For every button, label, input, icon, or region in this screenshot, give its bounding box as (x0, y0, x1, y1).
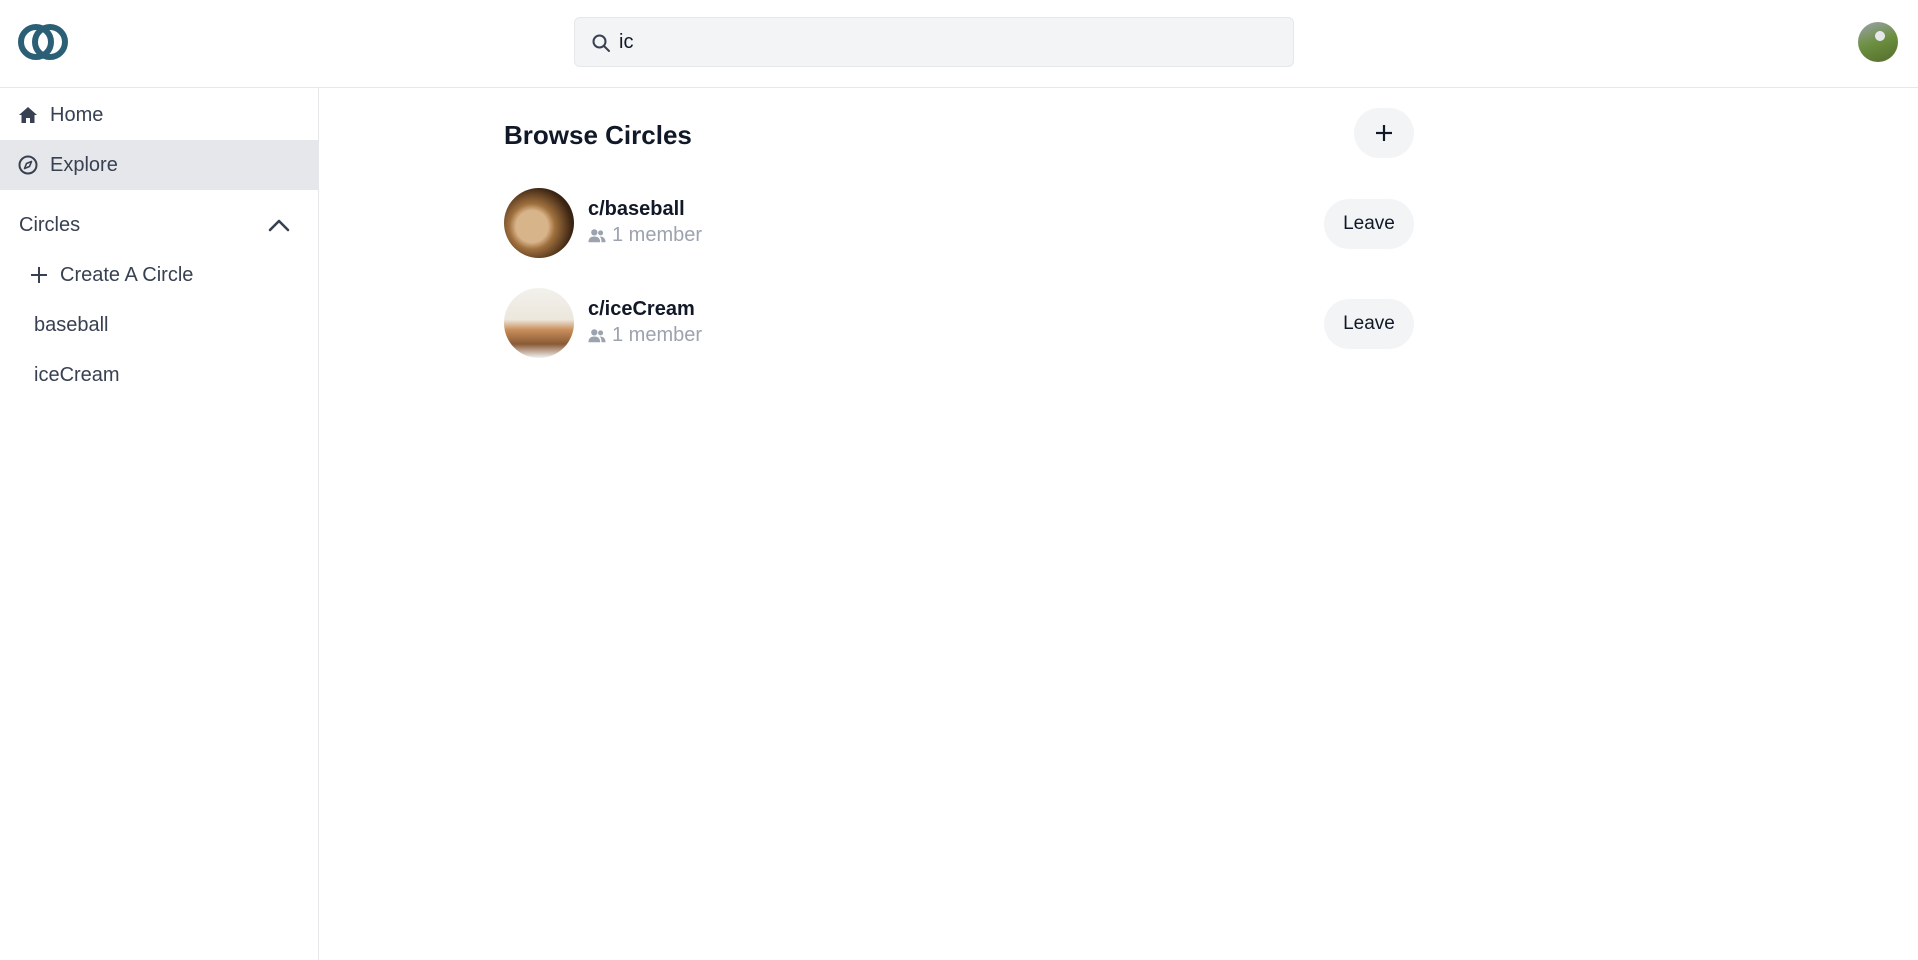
sidebar-item-label: Explore (50, 153, 118, 176)
member-count: 1 member (588, 324, 702, 347)
list-item[interactable]: c/iceCream 1 member Leave (504, 288, 1414, 360)
plus-icon (1376, 125, 1392, 141)
users-icon (588, 228, 606, 242)
leave-button[interactable]: Leave (1324, 299, 1414, 349)
member-count-text: 1 member (612, 324, 703, 346)
sidebar-item-home[interactable]: Home (0, 90, 318, 140)
compass-icon (18, 155, 38, 175)
user-avatar[interactable] (1858, 22, 1898, 62)
page-title: Browse Circles (504, 120, 692, 150)
sidebar-item-label: Home (50, 103, 104, 126)
top-header (0, 0, 1918, 88)
member-count: 1 member (588, 224, 702, 247)
home-icon (19, 107, 37, 123)
circle-avatar (504, 188, 574, 258)
sidebar-item-label: iceCream (34, 363, 120, 386)
circles-logo-icon[interactable] (18, 22, 70, 62)
users-icon (588, 328, 606, 342)
plus-icon (31, 267, 47, 283)
search-icon (592, 34, 610, 52)
sidebar-item-baseball[interactable]: baseball (0, 300, 318, 350)
add-circle-button[interactable] (1354, 108, 1414, 158)
circles-section-label: Circles (19, 213, 81, 236)
search-input[interactable] (619, 18, 1279, 66)
sidebar-item-icecream[interactable]: iceCream (0, 350, 318, 400)
sidebar-item-label: baseball (34, 313, 109, 336)
circles-section-toggle[interactable]: Circles (0, 200, 318, 250)
create-circle-link[interactable]: Create A Circle (0, 250, 318, 300)
member-count-text: 1 member (612, 224, 703, 246)
circle-name[interactable]: c/iceCream (588, 298, 695, 321)
list-item[interactable]: c/baseball 1 member Leave (504, 188, 1414, 260)
sidebar: Home Explore Circles Create A Circle bas… (0, 88, 319, 960)
sidebar-item-explore[interactable]: Explore (0, 140, 318, 190)
create-circle-label: Create A Circle (60, 263, 194, 286)
search-bar[interactable] (574, 17, 1294, 67)
circle-name[interactable]: c/baseball (588, 198, 685, 221)
chevron-up-icon (268, 219, 290, 232)
leave-button[interactable]: Leave (1324, 199, 1414, 249)
circle-avatar (504, 288, 574, 358)
